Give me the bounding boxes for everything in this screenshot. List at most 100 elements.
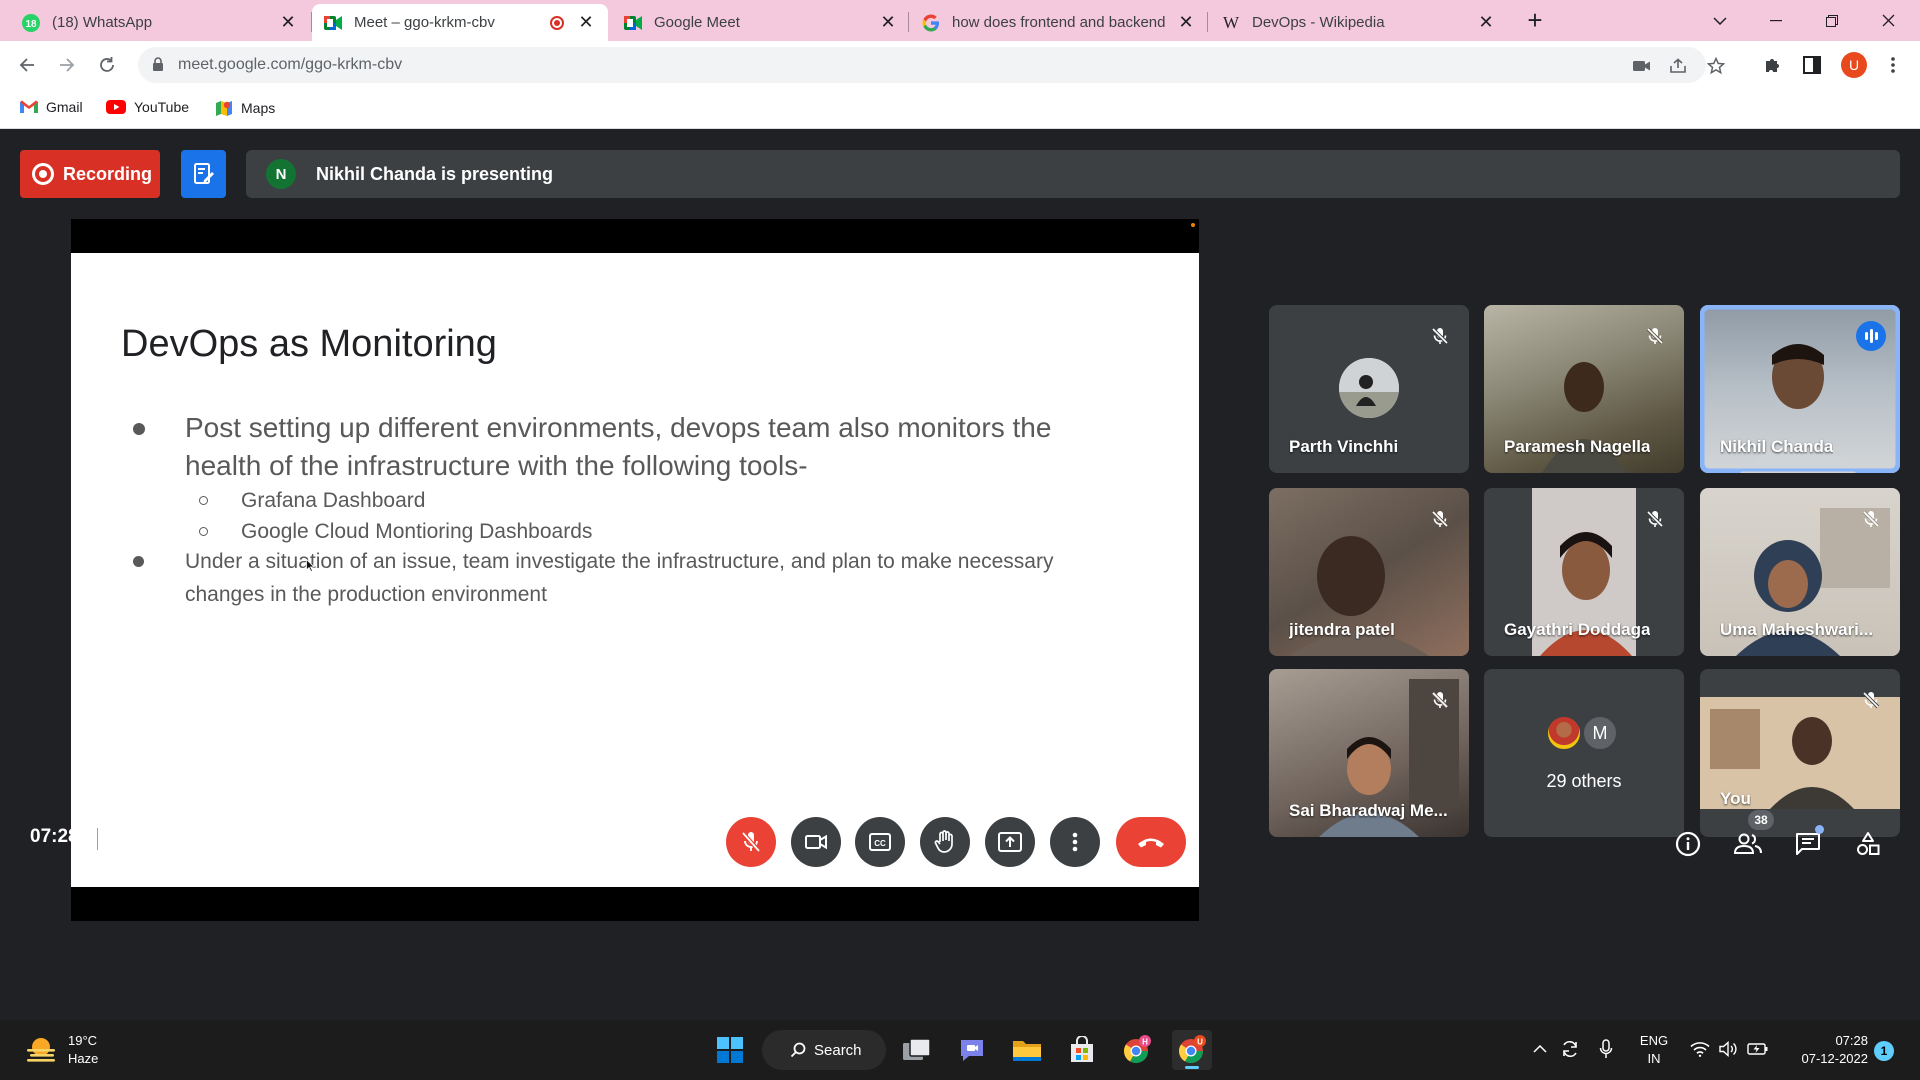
close-window-button[interactable] bbox=[1860, 0, 1916, 41]
participant-name: jitendra patel bbox=[1289, 620, 1395, 639]
people-button[interactable] bbox=[1730, 826, 1766, 862]
participant-tile-others[interactable]: M 29 others bbox=[1484, 669, 1684, 837]
notes-button[interactable] bbox=[181, 150, 226, 198]
system-clock[interactable]: 07:28 07-12-2022 bbox=[1782, 1032, 1869, 1068]
presenter-avatar: N bbox=[266, 159, 296, 189]
microsoft-store-icon bbox=[1071, 1036, 1093, 1062]
lock-icon[interactable] bbox=[152, 57, 164, 77]
whatsapp-icon: 18 bbox=[22, 13, 40, 32]
task-view-button[interactable] bbox=[897, 1030, 937, 1070]
chrome-profile-h-button[interactable]: H bbox=[1117, 1030, 1157, 1070]
participant-tile[interactable]: Sai Bharadwaj Me... bbox=[1269, 669, 1469, 837]
tab-search-chevron-icon[interactable] bbox=[1692, 0, 1748, 41]
more-vertical-icon[interactable] bbox=[1882, 54, 1904, 76]
camera-toggle-button[interactable] bbox=[791, 817, 841, 867]
wifi-icon[interactable] bbox=[1687, 1036, 1713, 1062]
side-panel-icon[interactable] bbox=[1801, 54, 1823, 76]
search-label: Search bbox=[814, 1041, 862, 1059]
profile-avatar[interactable]: U bbox=[1841, 52, 1867, 78]
screen-activity-dot bbox=[1191, 223, 1195, 227]
participant-tile-self[interactable]: You bbox=[1700, 669, 1900, 837]
activities-button[interactable] bbox=[1850, 826, 1886, 862]
recording-button[interactable]: Recording bbox=[20, 150, 160, 198]
google-icon bbox=[922, 14, 940, 32]
restore-window-button[interactable] bbox=[1804, 0, 1860, 41]
participant-tile[interactable]: jitendra patel bbox=[1269, 488, 1469, 656]
weather-widget[interactable]: 19°C Haze bbox=[24, 1032, 98, 1068]
notification-badge[interactable]: 1 bbox=[1874, 1041, 1894, 1061]
edit-note-icon bbox=[193, 163, 214, 184]
raise-hand-button[interactable] bbox=[920, 817, 970, 867]
tab-google-meet[interactable]: Google Meet ✕ bbox=[612, 4, 910, 41]
volume-icon[interactable] bbox=[1716, 1036, 1742, 1062]
chrome-profile-u-button[interactable]: U bbox=[1172, 1030, 1212, 1070]
start-button[interactable] bbox=[710, 1030, 750, 1070]
participant-tile[interactable]: Parth Vinchhi bbox=[1269, 305, 1469, 473]
mic-toggle-button[interactable] bbox=[726, 817, 776, 867]
forward-button[interactable] bbox=[52, 50, 82, 80]
minimize-window-button[interactable] bbox=[1748, 0, 1804, 41]
bookmark-star-icon[interactable] bbox=[1706, 56, 1726, 76]
file-explorer-button[interactable] bbox=[1007, 1030, 1047, 1070]
windows-logo-icon bbox=[717, 1037, 743, 1063]
meet-stage: Recording N Nikhil Chanda is presenting … bbox=[0, 129, 1920, 1020]
participant-count-badge: 38 bbox=[1748, 810, 1774, 830]
info-icon bbox=[1675, 831, 1701, 857]
participant-name: You bbox=[1720, 789, 1751, 808]
teams-chat-button[interactable] bbox=[952, 1030, 992, 1070]
svg-text:CC: CC bbox=[874, 839, 886, 848]
sync-icon[interactable] bbox=[1557, 1036, 1583, 1062]
clock-date: 07-12-2022 bbox=[1801, 1051, 1869, 1066]
slide: DevOps as Monitoring Post setting up dif… bbox=[71, 253, 1199, 887]
captions-button[interactable]: CC bbox=[855, 817, 905, 867]
tab-wikipedia[interactable]: W DevOps - Wikipedia ✕ bbox=[1210, 4, 1508, 41]
slide-bullet-list-2: Under a situation of an issue, team inve… bbox=[133, 545, 1133, 611]
tab-whatsapp[interactable]: 18 (18) WhatsApp ✕ bbox=[10, 4, 310, 41]
presentation-screen[interactable]: DevOps as Monitoring Post setting up dif… bbox=[71, 219, 1199, 921]
leave-call-button[interactable] bbox=[1116, 817, 1186, 867]
bullet-dot bbox=[133, 556, 144, 567]
chrome-icon: U bbox=[1179, 1035, 1206, 1064]
close-tab-icon[interactable]: ✕ bbox=[1476, 12, 1496, 33]
more-options-button[interactable] bbox=[1050, 817, 1100, 867]
participant-name: Nikhil Chanda bbox=[1720, 437, 1834, 456]
participant-tile[interactable]: Uma Maheshwari... bbox=[1700, 488, 1900, 656]
camera-in-use-icon[interactable] bbox=[1632, 56, 1652, 76]
others-count-label: 29 others bbox=[1546, 771, 1622, 791]
chat-icon bbox=[1796, 833, 1820, 855]
share-icon[interactable] bbox=[1668, 56, 1688, 76]
close-tab-icon[interactable]: ✕ bbox=[576, 12, 596, 33]
show-hidden-icons-chevron-icon[interactable] bbox=[1527, 1036, 1553, 1062]
new-tab-button[interactable]: + bbox=[1520, 6, 1550, 36]
microsoft-store-button[interactable] bbox=[1062, 1030, 1102, 1070]
microphone-in-use-icon[interactable] bbox=[1593, 1036, 1619, 1062]
tab-meet-active[interactable]: Meet – ggo-krkm-cbv ✕ bbox=[312, 4, 608, 41]
battery-charging-icon[interactable] bbox=[1745, 1036, 1771, 1062]
bookmark-label: YouTube bbox=[134, 99, 190, 115]
close-tab-icon[interactable]: ✕ bbox=[1176, 12, 1196, 33]
participant-name: Parth Vinchhi bbox=[1289, 437, 1399, 456]
reload-button[interactable] bbox=[92, 50, 122, 80]
back-button[interactable] bbox=[12, 50, 42, 80]
close-tab-icon[interactable]: ✕ bbox=[278, 12, 298, 33]
participant-tile-active-speaker[interactable]: Nikhil Chanda bbox=[1700, 305, 1900, 473]
present-screen-button[interactable] bbox=[985, 817, 1035, 867]
address-bar[interactable]: meet.google.com/ggo-krkm-cbv bbox=[138, 47, 1725, 83]
participant-tile[interactable]: Gayathri Doddaga bbox=[1484, 488, 1684, 656]
recording-tab-icon bbox=[550, 15, 564, 30]
bookmark-youtube[interactable]: YouTube bbox=[106, 99, 189, 115]
tab-google-search[interactable]: how does frontend and backend ✕ bbox=[910, 4, 1208, 41]
bookmark-maps[interactable]: Maps bbox=[215, 99, 275, 117]
recording-label: Recording bbox=[63, 163, 153, 184]
bookmark-gmail[interactable]: Gmail bbox=[20, 99, 83, 115]
mic-off-icon bbox=[1858, 506, 1884, 532]
language-code: ENG bbox=[1639, 1033, 1669, 1048]
present-to-all-icon bbox=[998, 832, 1022, 852]
taskbar-search-button[interactable]: Search bbox=[762, 1030, 886, 1070]
meeting-info-button[interactable] bbox=[1670, 826, 1706, 862]
participant-tile[interactable]: Paramesh Nagella bbox=[1484, 305, 1684, 473]
input-language-indicator[interactable]: ENG IN bbox=[1639, 1032, 1669, 1068]
extensions-puzzle-icon[interactable] bbox=[1762, 54, 1784, 76]
slide-bullet: Post setting up different environments, … bbox=[133, 409, 1133, 485]
close-tab-icon[interactable]: ✕ bbox=[878, 12, 898, 33]
